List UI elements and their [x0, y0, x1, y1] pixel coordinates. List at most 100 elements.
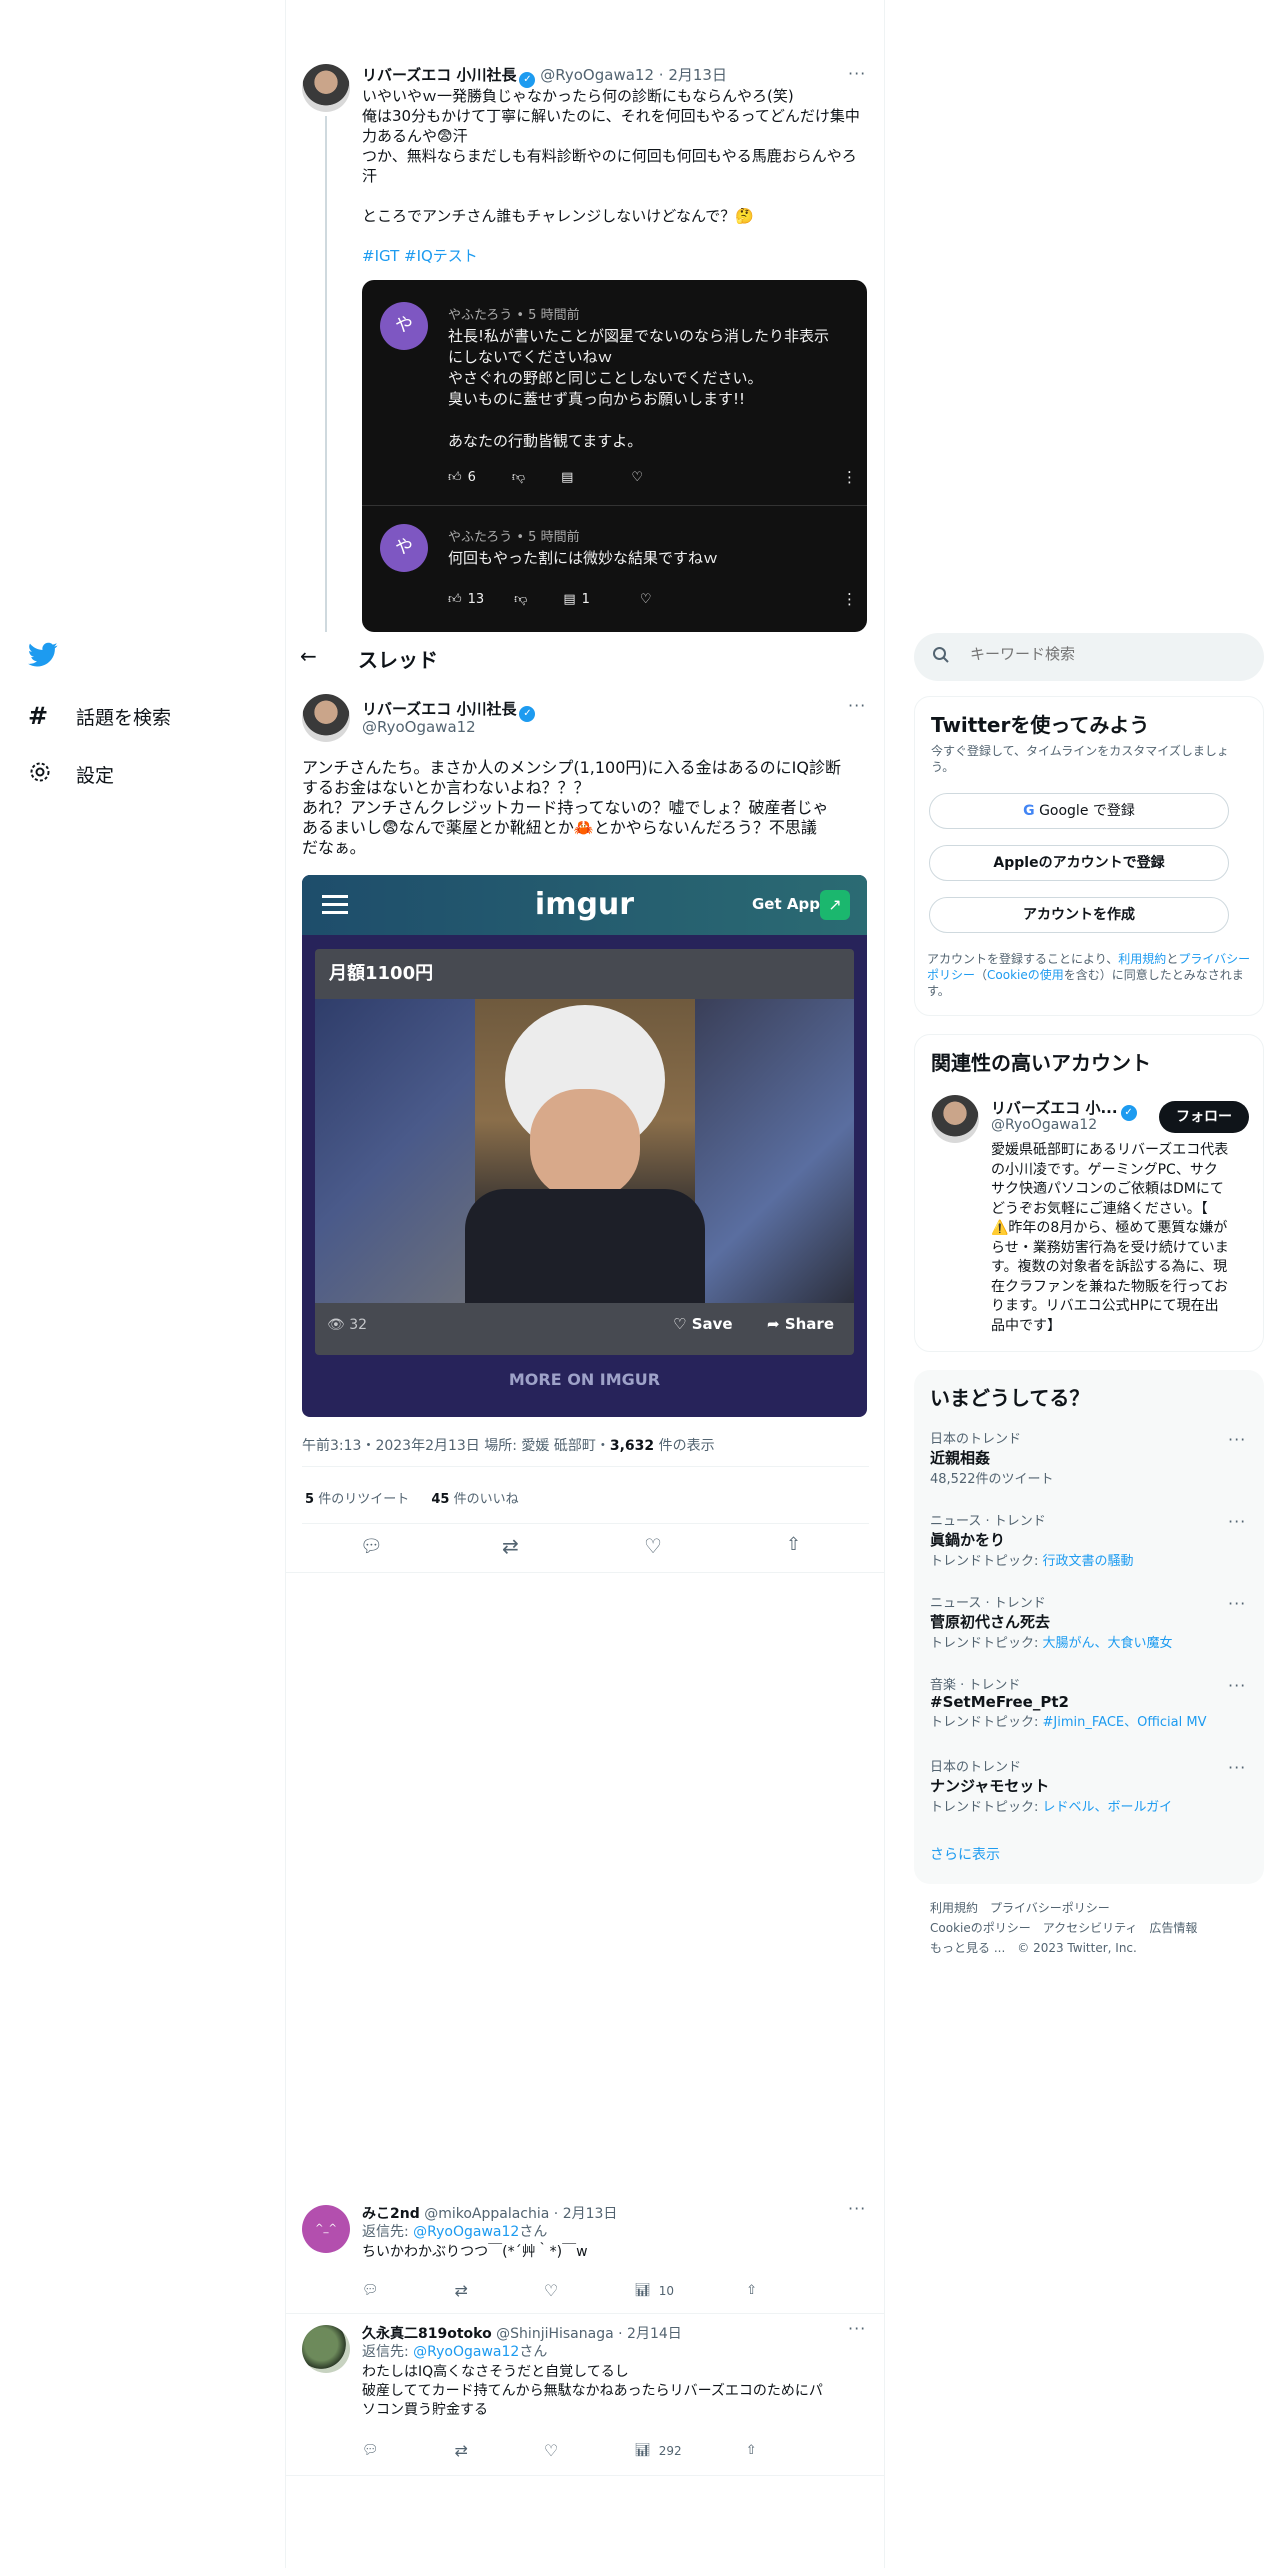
view-count: 👁 32: [327, 1317, 367, 1333]
author-name[interactable]: リバーズエコ 小川社長: [362, 66, 516, 84]
share-icon[interactable]: ⇧: [786, 1534, 801, 1555]
retweet-icon[interactable]: ⇄: [455, 2281, 468, 2300]
reply-tweet[interactable]: 久永真二819otoko @ShinjiHisanaga · 2月14日 ···…: [285, 2315, 884, 2475]
author-handle[interactable]: @ShinjiHisanaga: [496, 2326, 614, 2342]
reply-icon[interactable]: 💬︎: [362, 2283, 379, 2298]
footer-links[interactable]: Cookieのポリシー アクセシビリティ 広告情報: [930, 1918, 1197, 1938]
avatar[interactable]: [302, 64, 350, 112]
twitter-logo-icon[interactable]: [28, 642, 58, 672]
comment-avatar[interactable]: や: [380, 302, 428, 350]
more-icon[interactable]: ···: [1228, 1430, 1246, 1449]
terms-link[interactable]: 利用規約: [1118, 952, 1166, 966]
comment-avatar[interactable]: や: [380, 524, 428, 572]
reply-to-link[interactable]: @RyoOgawa12: [413, 2224, 519, 2240]
trend-topic-link[interactable]: 大腸がん、大食い魔女: [1043, 1636, 1173, 1651]
views-icon[interactable]: 📊︎: [634, 2283, 651, 2298]
more-icon[interactable]: ···: [1228, 1758, 1246, 1777]
tweet-timestamp[interactable]: 午前3:13・2023年2月13日 場所: 愛媛 砥部町・: [302, 1438, 610, 1454]
thumbs-up-icon[interactable]: 👍︎: [448, 470, 462, 485]
author-name[interactable]: リバーズエコ 小川社長: [362, 700, 516, 718]
get-app-button[interactable]: Get App: [752, 895, 820, 913]
imgur-embed[interactable]: imgur Get App ↗ 月額1100円 👁 32 ♡ Save ➦ Sh…: [302, 875, 867, 1417]
likes-stat[interactable]: 45 件のいいね: [431, 1492, 518, 1507]
avatar[interactable]: ^_^: [302, 2205, 350, 2253]
save-button[interactable]: ♡ Save: [673, 1315, 733, 1333]
trend-item[interactable]: 日本のトレンド ナンジャモセット トレンドトピック: レドベル、ボールガイ: [930, 1756, 1250, 1815]
footer-links[interactable]: 利用規約 プライバシーポリシー: [930, 1898, 1197, 1918]
like-icon[interactable]: ♡: [544, 2441, 558, 2460]
author-handle[interactable]: @RyoOgawa12: [540, 66, 654, 84]
reply-icon[interactable]: ▤: [561, 470, 573, 485]
comment-author[interactable]: やふたろう: [448, 530, 512, 545]
more-icon[interactable]: ···: [848, 696, 866, 715]
share-button[interactable]: ➦ Share: [767, 1315, 834, 1333]
share-icon[interactable]: ⇧: [746, 2443, 757, 2458]
avatar[interactable]: [302, 2325, 350, 2373]
author-name[interactable]: 久永真二819otoko: [362, 2326, 492, 2342]
trend-item[interactable]: 日本のトレンド 近親相姦 48,522件のツイート: [930, 1428, 1250, 1487]
account-name[interactable]: リバーズエコ 小...: [991, 1099, 1118, 1117]
reply-icon[interactable]: 💬︎: [360, 1536, 383, 1557]
more-on-imgur-link[interactable]: MORE ON IMGUR: [302, 1370, 867, 1389]
thumbs-down-icon[interactable]: 👎︎: [512, 470, 525, 485]
footer-links[interactable]: もっと見る ... © 2023 Twitter, Inc.: [930, 1938, 1197, 1958]
comment-author[interactable]: やふたろう: [448, 308, 512, 323]
image-left-panel: [315, 999, 475, 1303]
like-icon[interactable]: ♡: [544, 2281, 558, 2300]
app-icon[interactable]: ↗: [820, 890, 850, 920]
more-icon[interactable]: ···: [848, 2319, 866, 2338]
author-handle[interactable]: @RyoOgawa12: [362, 718, 476, 736]
hashtags-link[interactable]: #IGT #IQテスト: [362, 246, 862, 266]
trend-item[interactable]: 音楽 · トレンド #SetMeFree_Pt2 トレンドトピック: #Jimi…: [930, 1674, 1250, 1730]
tweet-date[interactable]: 2月13日: [668, 66, 727, 84]
more-icon[interactable]: ···: [1228, 1512, 1246, 1531]
comment-text: 社長!私が書いたことが図星でないのなら消したり非表示 にしないでくださいねｗ や…: [448, 326, 858, 452]
reply-icon[interactable]: ▤: [563, 592, 575, 607]
reply-to-link[interactable]: @RyoOgawa12: [413, 2344, 519, 2360]
retweet-icon[interactable]: ⇄: [502, 1534, 519, 1558]
google-signup-button[interactable]: G Google で登録: [929, 793, 1229, 829]
avatar[interactable]: [302, 694, 350, 742]
follow-button[interactable]: フォロー: [1159, 1101, 1249, 1133]
apple-signup-button[interactable]: Appleのアカウントで登録: [929, 845, 1229, 881]
trend-category: ニュース · トレンド: [930, 1514, 1046, 1529]
trend-topic-link[interactable]: レドベル、ボールガイ: [1043, 1800, 1173, 1815]
trend-item[interactable]: ニュース · トレンド 眞鍋かをり トレンドトピック: 行政文書の騒動: [930, 1510, 1250, 1569]
avatar[interactable]: [931, 1095, 979, 1143]
trend-item[interactable]: ニュース · トレンド 菅原初代さん死去 トレンドトピック: 大腸がん、大食い魔…: [930, 1592, 1250, 1651]
views-icon[interactable]: 📊︎: [634, 2443, 651, 2458]
thumbs-up-icon[interactable]: 👍︎: [448, 592, 462, 607]
nav-item-explore[interactable]: # 話題を検索: [28, 702, 171, 730]
nav-label-explore: 話題を検索: [76, 706, 172, 729]
comment-more-icon[interactable]: ⋮: [842, 590, 857, 608]
trend-topic-link[interactable]: #Jimin_FACE、Official MV: [1043, 1715, 1207, 1730]
reply-icon[interactable]: 💬︎: [362, 2443, 379, 2458]
search-bar[interactable]: [914, 633, 1264, 681]
author-handle[interactable]: @mikoAppalachia: [424, 2206, 549, 2222]
tweet-date[interactable]: 2月13日: [563, 2206, 618, 2222]
more-icon[interactable]: ···: [1228, 1676, 1246, 1695]
heart-icon[interactable]: ♡: [640, 592, 652, 607]
trend-topic-link[interactable]: 行政文書の騒動: [1043, 1554, 1134, 1569]
cookie-link[interactable]: Cookieの使用: [987, 968, 1064, 982]
heart-icon[interactable]: ♡: [631, 470, 643, 485]
back-arrow-icon[interactable]: ←: [300, 644, 317, 668]
account-handle[interactable]: @RyoOgawa12: [991, 1117, 1097, 1133]
show-more-link[interactable]: さらに表示: [930, 1844, 1000, 1864]
retweet-icon[interactable]: ⇄: [455, 2441, 468, 2460]
thumbs-down-icon[interactable]: 👎︎: [514, 592, 527, 607]
retweets-stat[interactable]: 5 件のリツイート: [305, 1492, 409, 1507]
like-icon[interactable]: ♡: [644, 1534, 662, 1558]
imgur-image[interactable]: [315, 999, 854, 1303]
more-icon[interactable]: ···: [848, 2199, 866, 2218]
more-icon[interactable]: ···: [848, 64, 866, 83]
more-icon[interactable]: ···: [1228, 1594, 1246, 1613]
create-account-button[interactable]: アカウントを作成: [929, 897, 1229, 933]
nav-item-settings[interactable]: 設定: [28, 760, 114, 788]
search-input[interactable]: [970, 645, 1240, 663]
comment-more-icon[interactable]: ⋮: [842, 468, 857, 486]
tweet-date[interactable]: 2月14日: [627, 2326, 682, 2342]
reply-tweet[interactable]: ^_^ みこ2nd @mikoAppalachia · 2月13日 ··· 返信…: [285, 2195, 884, 2313]
share-icon[interactable]: ⇧: [746, 2283, 757, 2298]
author-name[interactable]: みこ2nd: [362, 2206, 420, 2222]
